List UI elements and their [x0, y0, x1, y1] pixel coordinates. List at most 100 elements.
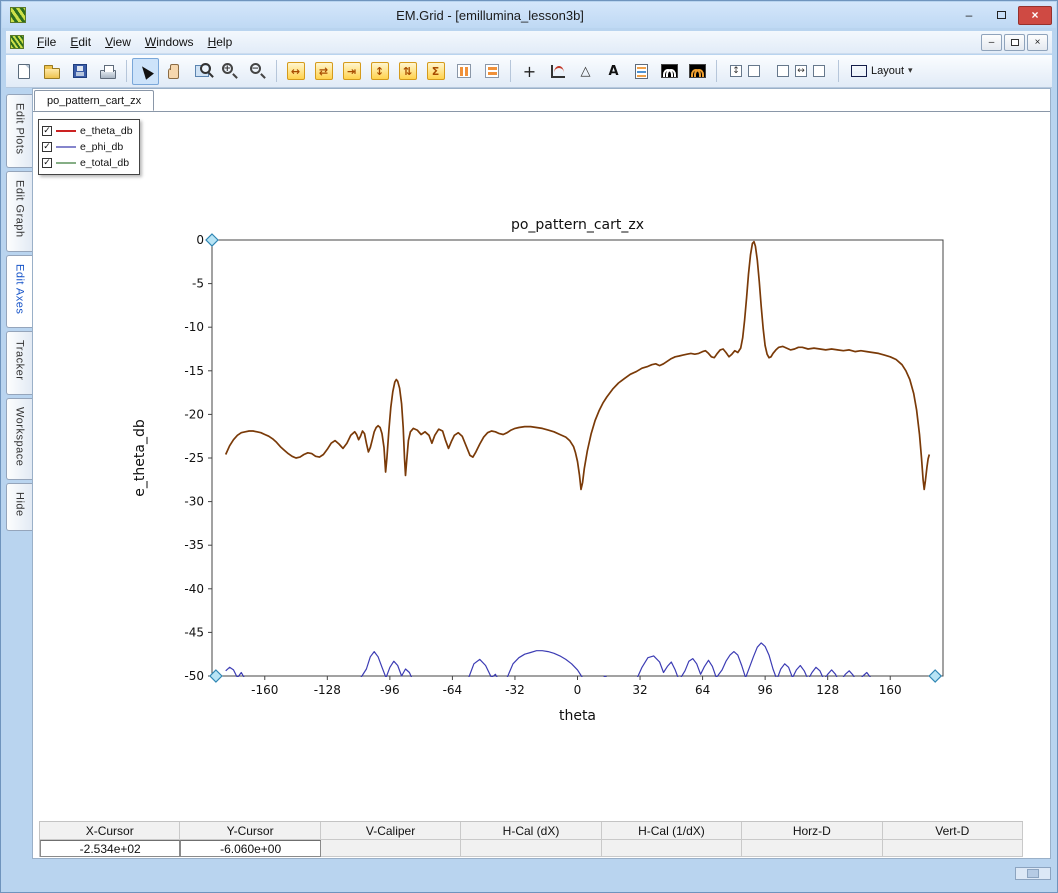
autoscale-sigma-button[interactable]: Σ [422, 58, 449, 85]
legend-checkbox[interactable]: ✓ [42, 126, 52, 136]
new-file-icon [18, 64, 30, 79]
window-title: EM.Grid - [emillumina_lesson3b] [26, 8, 954, 23]
zoom-out-button[interactable]: − [244, 58, 271, 85]
pan-hand-button[interactable] [160, 58, 187, 85]
x-tick-label: 64 [695, 683, 710, 697]
chart-area[interactable]: 0-5-10-15-20-25-30-35-40-45-50-160-128-9… [102, 207, 962, 722]
app-window: EM.Grid - [emillumina_lesson3b] – × File… [0, 0, 1058, 893]
menu-items: FileEditViewWindowsHelp [30, 32, 239, 52]
axes-marker-button[interactable] [544, 58, 571, 85]
y-tick-label: -40 [184, 582, 204, 596]
mdi-minimize-button[interactable]: – [981, 34, 1002, 51]
slope-marker-icon: △ [581, 64, 591, 79]
y-tick-label: -35 [184, 538, 204, 552]
horizontal-layout-button[interactable]: ↔ [769, 58, 833, 85]
save-file-button[interactable] [66, 58, 93, 85]
legend-item[interactable]: ✓ e_phi_db [42, 139, 133, 155]
chevron-down-icon: ▾ [908, 66, 913, 76]
expand-y-axis-icon: ↕ [371, 62, 389, 80]
status-value [742, 840, 882, 857]
status-header-vert-d: Vert-D [883, 822, 1023, 840]
toolbar-separator [838, 60, 839, 82]
chart-svg[interactable]: 0-5-10-15-20-25-30-35-40-45-50-160-128-9… [102, 207, 962, 722]
status-header-x-cursor: X-Cursor [40, 822, 180, 840]
sidebar-tab-edit-plots[interactable]: Edit Plots [6, 94, 32, 168]
mdi-close-button[interactable]: × [1027, 34, 1048, 51]
toolbar: +−↔⇄⇥↕⇅Σ+△A↕↔Layout▾ [6, 55, 1052, 88]
x-tick-label: -32 [505, 683, 525, 697]
legend-label: e_phi_db [80, 141, 123, 153]
mini-scrollbar[interactable] [1015, 867, 1051, 880]
menu-edit[interactable]: Edit [63, 32, 98, 52]
window-controls: – × [954, 6, 1052, 25]
status-header-h-cal-dx-: H-Cal (dX) [461, 822, 601, 840]
legend-item[interactable]: ✓e_total_db [42, 155, 133, 171]
legend-checkbox[interactable]: ✓ [42, 158, 52, 168]
sidebar-tab-tracker[interactable]: Tracker [6, 331, 32, 394]
fft-window-2-button[interactable] [684, 58, 711, 85]
toolbar-separator [126, 60, 127, 82]
mdi-restore-button[interactable] [1004, 34, 1025, 51]
open-file-button[interactable] [38, 58, 65, 85]
slope-marker-button[interactable]: △ [572, 58, 599, 85]
shift-x-axis-button[interactable]: ⇄ [310, 58, 337, 85]
sidebar-tab-edit-axes[interactable]: Edit Axes [6, 255, 32, 328]
vertical-layout-box-icon [748, 65, 760, 77]
sidebar-tab-edit-graph[interactable]: Edit Graph [6, 171, 32, 252]
sidebar-tabs: Edit Plots Edit Graph Edit Axes Tracker Work… [6, 94, 32, 531]
shift-y-axis-icon: ⇅ [399, 62, 417, 80]
menu-file[interactable]: File [30, 32, 63, 52]
horizontal-layout-box-icon: ↔ [795, 65, 807, 77]
layout-dropdown-button[interactable]: Layout ▾ [844, 58, 920, 85]
sidebar-tab-label: Workspace [14, 407, 26, 466]
data-sheet-button[interactable] [628, 58, 655, 85]
zoom-in-icon: + [222, 63, 238, 79]
select-cursor-button[interactable] [132, 58, 159, 85]
status-header-h-cal-1-dx-: H-Cal (1/dX) [602, 822, 742, 840]
menu-help[interactable]: Help [201, 32, 240, 52]
status-header-v-caliper: V-Caliper [321, 822, 461, 840]
x-tick-label: -160 [251, 683, 278, 697]
new-file-button[interactable] [10, 58, 37, 85]
document-tab[interactable]: po_pattern_cart_zx [34, 90, 154, 111]
x-axis-label: theta [559, 708, 596, 722]
insert-row-button[interactable] [478, 58, 505, 85]
expand-x-axis-button[interactable]: ↔ [282, 58, 309, 85]
cursor-status-table: X-CursorY-CursorV-CaliperH-Cal (dX)H-Cal… [39, 821, 1023, 857]
menu-windows[interactable]: Windows [138, 32, 201, 52]
text-annotation-button[interactable]: A [600, 58, 627, 85]
legend-line-sample [56, 130, 76, 132]
status-value: -6.060e+00 [180, 840, 320, 857]
insert-row-icon [485, 64, 499, 78]
fit-x-axis-button[interactable]: ⇥ [338, 58, 365, 85]
y-tick-label: -5 [192, 277, 204, 291]
x-tick-label: -96 [380, 683, 400, 697]
close-button[interactable]: × [1018, 6, 1052, 25]
insert-column-button[interactable] [450, 58, 477, 85]
print-button[interactable] [94, 58, 121, 85]
zoom-window-button[interactable] [188, 58, 215, 85]
horizontal-layout-box-icon [813, 65, 825, 77]
layout-dropdown-label: Layout [871, 65, 904, 77]
crosshair-tracker-button[interactable]: + [516, 58, 543, 85]
shift-y-axis-button[interactable]: ⇅ [394, 58, 421, 85]
menu-view[interactable]: View [98, 32, 138, 52]
expand-y-axis-button[interactable]: ↕ [366, 58, 393, 85]
zoom-in-button[interactable]: + [216, 58, 243, 85]
y-tick-label: -15 [184, 364, 204, 378]
fft-window-2-icon [689, 64, 706, 78]
sidebar-tab-label: Edit Axes [14, 264, 26, 314]
expand-x-axis-icon: ↔ [287, 62, 305, 80]
fit-x-axis-icon: ⇥ [343, 62, 361, 80]
fft-window-1-button[interactable] [656, 58, 683, 85]
mini-scrollbar-thumb[interactable] [1027, 869, 1039, 878]
maximize-button[interactable] [986, 6, 1016, 25]
x-tick-label: 96 [757, 683, 772, 697]
minimize-button[interactable]: – [954, 6, 984, 25]
status-header-horz-d: Horz-D [742, 822, 882, 840]
sidebar-tab-workspace[interactable]: Workspace [6, 398, 32, 480]
legend-item[interactable]: ✓e_theta_db [42, 123, 133, 139]
legend-checkbox[interactable]: ✓ [42, 142, 52, 152]
vertical-layout-button[interactable]: ↕ [722, 58, 768, 85]
sidebar-tab-hide[interactable]: Hide [6, 483, 32, 531]
